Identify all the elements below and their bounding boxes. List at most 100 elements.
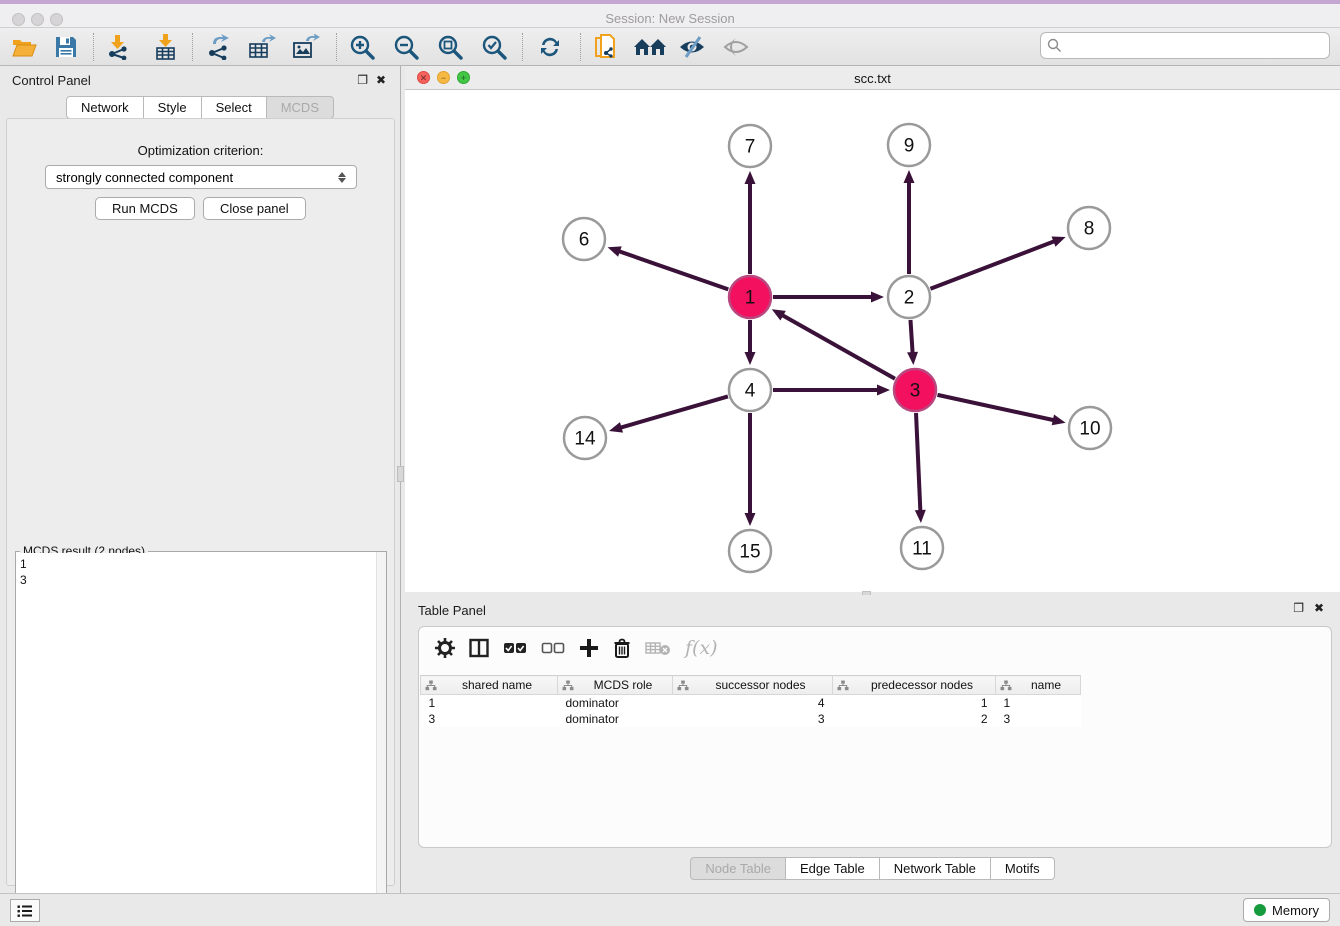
table-cell[interactable]: 1 xyxy=(421,695,558,711)
select-all-icon[interactable] xyxy=(503,640,527,656)
first-neighbors-button[interactable] xyxy=(632,31,668,63)
node-attribute-table[interactable]: shared nameMCDS rolesuccessor nodesprede… xyxy=(420,675,1081,727)
tab-network[interactable]: Network xyxy=(66,96,144,119)
network-window-title: scc.txt xyxy=(405,71,1340,86)
search-box xyxy=(1040,32,1330,59)
mcds-tab-panel: Optimization criterion: strongly connect… xyxy=(6,118,395,886)
tab-motifs[interactable]: Motifs xyxy=(991,857,1055,880)
table-cell[interactable]: 3 xyxy=(421,711,558,727)
export-image-button[interactable] xyxy=(288,31,324,63)
graph-node-label-1: 1 xyxy=(745,288,756,309)
edge-2-8[interactable] xyxy=(930,241,1055,289)
table-row[interactable]: 3dominator323 xyxy=(421,711,1081,727)
graph-node-label-14: 14 xyxy=(574,429,596,450)
export-network-button[interactable] xyxy=(200,31,236,63)
tab-node-table[interactable]: Node Table xyxy=(690,857,786,880)
delete-table-icon-disabled xyxy=(645,640,671,656)
vertical-splitter-grip[interactable] xyxy=(397,466,404,482)
mcds-result-group: MCDS result (2 nodes) 13 xyxy=(15,551,387,926)
node-table-header[interactable]: shared nameMCDS rolesuccessor nodesprede… xyxy=(421,676,1081,695)
table-cell[interactable]: 3 xyxy=(673,711,833,727)
add-column-icon[interactable] xyxy=(579,638,599,658)
column-header-predecessor-nodes[interactable]: predecessor nodes xyxy=(833,676,996,695)
result-scrollbar[interactable] xyxy=(376,552,386,925)
copy-network-document-icon xyxy=(593,33,619,61)
node-table-body[interactable]: 1dominator4113dominator323 xyxy=(421,695,1081,727)
tab-network-table[interactable]: Network Table xyxy=(880,857,991,880)
column-header-name[interactable]: name xyxy=(996,676,1081,695)
edge-2-3[interactable] xyxy=(910,320,912,354)
save-icon xyxy=(55,36,77,58)
zoom-selected-button[interactable] xyxy=(476,31,512,63)
table-cell[interactable]: 3 xyxy=(996,711,1081,727)
apply-layout-button[interactable] xyxy=(532,31,568,63)
edge-1-6[interactable] xyxy=(618,251,728,290)
column-header-successor-nodes[interactable]: successor nodes xyxy=(673,676,833,695)
table-close-icon[interactable]: ✖ xyxy=(1314,601,1324,615)
mcds-result-list[interactable]: 13 xyxy=(17,553,376,924)
edge-3-10[interactable] xyxy=(937,395,1054,420)
run-mcds-button[interactable]: Run MCDS xyxy=(95,197,195,220)
table-cell[interactable]: 4 xyxy=(673,695,833,711)
tab-select[interactable]: Select xyxy=(202,96,267,119)
table-row[interactable]: 1dominator411 xyxy=(421,695,1081,711)
open-session-button[interactable] xyxy=(6,31,42,63)
zoom-out-button[interactable] xyxy=(388,31,424,63)
table-cell[interactable]: 1 xyxy=(833,695,996,711)
column-header-shared-name[interactable]: shared name xyxy=(421,676,558,695)
graph-node-label-2: 2 xyxy=(904,288,915,309)
edge-3-11[interactable] xyxy=(916,413,920,512)
edge-3-1[interactable] xyxy=(781,315,895,379)
mcds-result-item[interactable]: 1 xyxy=(20,556,373,572)
edge-arrowhead xyxy=(904,170,915,183)
import-table-icon xyxy=(153,34,179,60)
zoom-in-icon xyxy=(349,34,375,60)
table-cell[interactable]: dominator xyxy=(558,695,673,711)
delete-column-trash-icon[interactable] xyxy=(613,638,631,659)
export-table-button[interactable] xyxy=(244,31,280,63)
tab-mcds[interactable]: MCDS xyxy=(267,96,334,119)
graph-node-label-3: 3 xyxy=(910,381,921,402)
eye-disabled-icon xyxy=(723,36,749,58)
network-window-titlebar[interactable]: ✕ − + scc.txt xyxy=(405,66,1340,90)
show-columns-icon[interactable] xyxy=(469,638,489,658)
table-cell[interactable]: dominator xyxy=(558,711,673,727)
network-graph-canvas[interactable]: 7968124314101511 xyxy=(405,90,1340,592)
search-input[interactable] xyxy=(1062,36,1329,56)
zoom-in-button[interactable] xyxy=(344,31,380,63)
node-table-container: f(x) shared nameMCDS rolesuccessor nodes… xyxy=(418,626,1332,848)
table-toolbar: f(x) xyxy=(419,627,1331,669)
import-table-button[interactable] xyxy=(148,31,184,63)
table-float-icon[interactable]: ❐ xyxy=(1293,601,1304,615)
houses-icon xyxy=(633,36,667,58)
hide-selected-button[interactable] xyxy=(674,31,710,63)
table-settings-gear-icon[interactable] xyxy=(435,638,455,658)
table-cell[interactable]: 2 xyxy=(833,711,996,727)
zoom-fit-button[interactable] xyxy=(432,31,468,63)
save-session-button[interactable] xyxy=(48,31,84,63)
tab-edge-table[interactable]: Edge Table xyxy=(786,857,880,880)
mcds-result-item[interactable]: 3 xyxy=(20,572,373,588)
close-panel-icon[interactable]: ✖ xyxy=(376,73,386,87)
edge-4-14[interactable] xyxy=(620,396,728,428)
control-panel-tabs: NetworkStyleSelectMCDS xyxy=(0,96,400,119)
column-type-icon xyxy=(562,680,574,691)
column-header-MCDS-role[interactable]: MCDS role xyxy=(558,676,673,695)
graph-node-label-4: 4 xyxy=(745,381,756,402)
task-history-button[interactable] xyxy=(10,899,40,922)
export-image-icon xyxy=(292,34,320,60)
tab-style[interactable]: Style xyxy=(144,96,202,119)
column-type-icon xyxy=(1000,680,1012,691)
float-panel-icon[interactable]: ❐ xyxy=(357,73,368,87)
task-list-icon xyxy=(17,904,33,918)
new-network-from-selection-button[interactable] xyxy=(588,31,624,63)
close-panel-button[interactable]: Close panel xyxy=(203,197,306,220)
memory-button[interactable]: Memory xyxy=(1243,898,1330,922)
optimization-criterion-label: Optimization criterion: xyxy=(7,143,394,158)
import-network-button[interactable] xyxy=(100,31,136,63)
select-stepper-icon xyxy=(334,172,350,183)
deselect-all-icon[interactable] xyxy=(541,640,565,656)
optimization-criterion-select[interactable]: strongly connected component xyxy=(45,165,357,189)
table-cell[interactable]: 1 xyxy=(996,695,1081,711)
show-all-button[interactable] xyxy=(718,31,754,63)
